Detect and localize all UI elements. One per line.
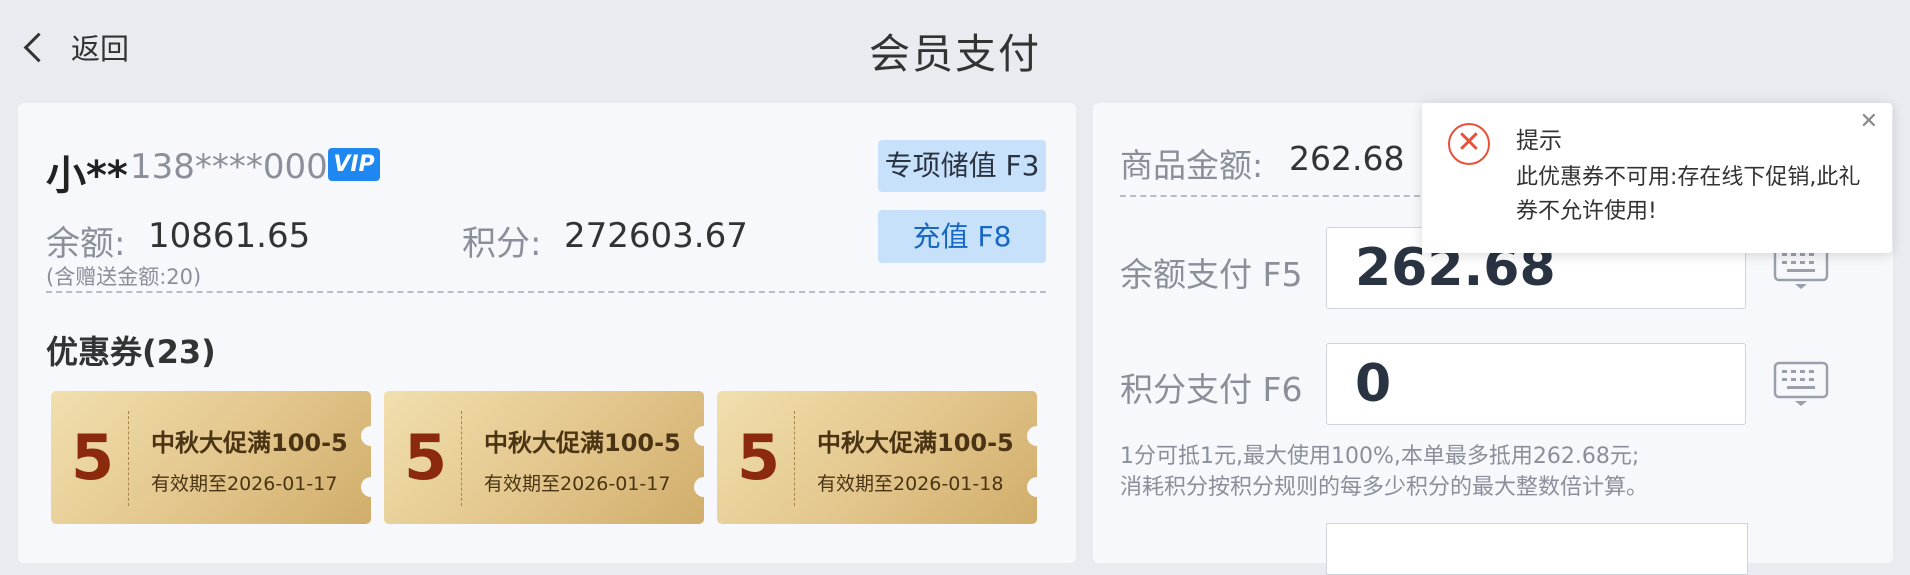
vip-badge: VIP — [328, 148, 380, 181]
points-hint-line-1: 1分可抵1元,最大使用100%,本单最多抵用262.68元; — [1120, 444, 1640, 469]
balance-pay-label: 余额支付 F5 — [1120, 255, 1303, 294]
member-phone: 138****0000 — [130, 147, 350, 187]
divider — [1120, 195, 1420, 197]
balance-value: 10861.65 — [148, 216, 311, 256]
gift-amount-note: (含赠送金额:20) — [46, 265, 202, 289]
divider — [46, 291, 1046, 293]
points-value: 272603.67 — [564, 216, 748, 256]
coupon-expiry: 有效期至2026-01-17 — [151, 473, 338, 495]
goods-amount-value: 262.68 — [1289, 139, 1405, 178]
coupon-amount: 5 — [404, 421, 448, 494]
coupon-notch — [694, 477, 704, 497]
coupon-name: 中秋大促满100-5 — [817, 429, 1014, 457]
points-pay-label: 积分支付 F6 — [1120, 370, 1303, 409]
page-title: 会员支付 — [869, 30, 1041, 78]
close-icon[interactable]: ✕ — [1860, 109, 1878, 134]
coupon-separator — [794, 411, 795, 506]
coupon-notch — [361, 477, 371, 497]
points-pay-input[interactable]: 0 — [1326, 343, 1746, 425]
toast-title: 提示 — [1516, 128, 1562, 154]
coupons-title: 优惠券(23) — [46, 333, 216, 371]
keyboard-icon[interactable] — [1773, 361, 1829, 407]
coupon-notch — [1027, 477, 1037, 497]
coupon-notch — [361, 426, 371, 446]
error-toast: ✕ 提示 此优惠券不可用:存在线下促销,此礼券不允许使用! ✕ — [1422, 103, 1892, 253]
points-hint-line-2: 消耗积分按积分规则的每多少积分的最大整数倍计算。 — [1120, 475, 1649, 500]
coupon-notch — [694, 426, 704, 446]
coupon-expiry: 有效期至2026-01-18 — [817, 473, 1004, 495]
coupon-card[interactable]: 5 中秋大促满100-5 有效期至2026-01-17 — [384, 391, 704, 524]
coupon-card[interactable]: 5 中秋大促满100-5 有效期至2026-01-18 — [717, 391, 1037, 524]
points-label: 积分: — [462, 224, 542, 264]
coupon-separator — [461, 411, 462, 506]
coupon-name: 中秋大促满100-5 — [151, 429, 348, 457]
coupon-separator — [128, 411, 129, 506]
balance-label: 余额: — [46, 224, 126, 264]
goods-amount-label: 商品金额: — [1120, 146, 1264, 185]
next-input-field[interactable] — [1326, 523, 1748, 575]
error-circle-icon: ✕ — [1448, 123, 1490, 165]
recharge-button[interactable]: 充值 F8 — [878, 210, 1046, 263]
member-panel: 小** 138****0000 VIP 专项储值 F3 充值 F8 余额: 10… — [18, 103, 1076, 563]
special-store-value-button[interactable]: 专项储值 F3 — [878, 140, 1046, 192]
coupon-notch — [1027, 426, 1037, 446]
coupon-amount: 5 — [71, 421, 115, 494]
coupon-amount: 5 — [737, 421, 781, 494]
toast-message: 此优惠券不可用:存在线下促销,此礼券不允许使用! — [1516, 165, 1861, 224]
coupon-expiry: 有效期至2026-01-17 — [484, 473, 671, 495]
member-name: 小** — [46, 153, 128, 199]
coupon-card[interactable]: 5 中秋大促满100-5 有效期至2026-01-17 — [51, 391, 371, 524]
coupon-name: 中秋大促满100-5 — [484, 429, 681, 457]
